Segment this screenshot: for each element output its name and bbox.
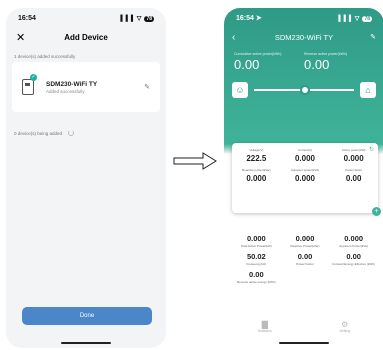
- home-indicator: [61, 342, 111, 344]
- edit-icon[interactable]: ✎: [144, 83, 150, 91]
- panel-row-1: Voltage(V) 222.5 Current(A) 0.000 Active p…: [232, 143, 378, 163]
- metric-value: 0.000: [246, 174, 267, 183]
- metric-value: 0.00: [297, 252, 313, 261]
- lower-metrics: 0.000 Total Active Power(kW) 0.000 Reactiv…: [232, 230, 378, 284]
- metric-label: Reactive power(kVar): [242, 168, 271, 172]
- metric: Power factor 0.00: [329, 163, 378, 183]
- bar-chart-icon: ▇: [261, 320, 268, 329]
- metric: Voltage(V) 222.5: [232, 143, 281, 163]
- battery-icon: 78: [144, 15, 154, 22]
- metric-label: Voltage(V): [249, 148, 264, 152]
- metric-value: 0.000: [294, 154, 315, 163]
- metric: 0.00 Reverse active energy (kWh): [232, 266, 281, 284]
- kpi-row: Cumulative active power(kWh) 0.00 Revers…: [224, 46, 383, 72]
- measurement-panel: ↻ Voltage(V) 222.5 Current(A) 0.000 Active…: [232, 143, 381, 216]
- status-bar: 16:54 ▐▐▐ ▽ 78: [6, 8, 166, 28]
- status-indicators: ▐▐▐ ▽ 78: [118, 15, 154, 22]
- panel-row-2: Reactive power(kVar) 0.000 Apparent power…: [232, 163, 378, 183]
- kpi-label: Reverse active power(kWh): [304, 52, 347, 56]
- device-detail-screen: 16:54 ➤ ▐▐▐ ▽ 78 ‹ SDM230-WiFi TY ✎ Cumul…: [224, 8, 383, 348]
- lower-row-1: 0.000 Total Active Power(kW) 0.000 Reactiv…: [232, 230, 378, 248]
- metric: Reactive power(kVar) 0.000: [232, 163, 281, 183]
- header: ‹ SDM230-WiFi TY ✎: [224, 28, 383, 46]
- status-time: 16:54: [18, 14, 36, 22]
- metric-value: 0.000: [343, 154, 364, 163]
- kpi-value: 0.00: [234, 57, 260, 72]
- metric-label: Apparent power(kVA): [290, 168, 320, 172]
- device-status: Added successfully: [46, 88, 85, 94]
- device-name: SDM230-WiFi TY: [46, 80, 98, 88]
- lower-row-3: 0.00 Reverse active energy (kWh): [232, 266, 378, 284]
- metric-value: 50.02: [246, 252, 266, 261]
- slider-knob[interactable]: [300, 85, 310, 95]
- kpi-reverse: Reverse active power(kWh) 0.00: [304, 52, 374, 72]
- signal-wifi-icon: ▐▐▐ ▽: [336, 15, 361, 22]
- metric-label: Forward Energy Effective (kWh): [332, 262, 375, 266]
- lower-row-2: 50.02 Frequency(Hz) 0.00 Power Factor 0.00…: [232, 248, 378, 266]
- metric-value: 0.00: [249, 270, 264, 279]
- add-device-screen: 16:54 ▐▐▐ ▽ 78 ✕ Add Device 1 device(s) a…: [6, 8, 166, 348]
- energy-meter-icon: [22, 79, 34, 95]
- close-icon[interactable]: ✕: [16, 31, 25, 44]
- user-icon[interactable]: ☺: [232, 82, 248, 98]
- metric: Current(A) 0.000: [281, 143, 330, 163]
- loading-spinner-icon: [68, 130, 75, 136]
- metric: 0.000 Reactive Power(kVar): [281, 230, 330, 248]
- check-icon: ✓: [30, 74, 37, 81]
- signal-wifi-icon: ▐▐▐ ▽: [118, 15, 143, 22]
- kpi-value: 0.00: [304, 57, 330, 72]
- section-adding-label: 0 device(s) being added: [14, 130, 63, 136]
- device-card[interactable]: ✓ SDM230-WiFi TY Added successfully ✎: [12, 62, 160, 112]
- metric-label: Power Factor: [296, 262, 314, 266]
- done-button[interactable]: Done: [22, 307, 152, 325]
- add-icon[interactable]: +: [372, 207, 381, 216]
- header: ✕ Add Device: [6, 28, 166, 46]
- edit-icon[interactable]: ✎: [370, 33, 376, 41]
- page-title: Add Device: [64, 32, 108, 42]
- metric: 0.000 Total Active Power(kW): [232, 230, 281, 248]
- metric: 0.00 Power Factor: [281, 248, 330, 266]
- device-title: SDM230-WiFi TY: [274, 32, 334, 42]
- metric-label: Power factor: [345, 168, 363, 172]
- metric-value: 0.00: [346, 252, 361, 261]
- house-icon[interactable]: ⌂: [360, 82, 376, 98]
- metric-value: 0.000: [246, 234, 266, 243]
- metric-value: 0.000: [294, 174, 315, 183]
- tab-statistics[interactable]: ▇ Statistics: [258, 320, 272, 333]
- metric-value: 0.000: [295, 234, 315, 243]
- adding-status: 0 device(s) being added: [6, 112, 166, 154]
- metric-value: 0.000: [344, 234, 364, 243]
- status-bar: 16:54 ➤ ▐▐▐ ▽ 78: [224, 8, 383, 28]
- tab-label: Statistics: [257, 329, 272, 333]
- metric-value: 0.00: [345, 174, 362, 183]
- metric: 50.02 Frequency(Hz): [232, 248, 281, 266]
- status-time: 16:54 ➤: [236, 15, 262, 22]
- right-arrow-icon: [173, 152, 217, 170]
- status-indicators: ▐▐▐ ▽ 78: [336, 15, 372, 22]
- metric-label: Reverse active energy (kWh): [236, 280, 276, 284]
- gear-icon: ⚙: [341, 320, 349, 329]
- tab-setting[interactable]: ⚙ Setting: [339, 320, 350, 333]
- slider-track[interactable]: [254, 85, 354, 95]
- tab-label: Setting: [339, 329, 351, 333]
- metric: 0.000 Apparent Power(kVA): [329, 230, 378, 248]
- metric-value: 222.5: [246, 154, 267, 163]
- metric: 0.00 Forward Energy Effective (kWh): [329, 248, 378, 266]
- battery-icon: 78: [362, 15, 372, 22]
- kpi-label: Cumulative active power(kWh): [234, 52, 282, 56]
- kpi-cumulative: Cumulative active power(kWh) 0.00: [234, 52, 304, 72]
- metric: Apparent power(kVA) 0.000: [281, 163, 330, 183]
- flow-slider: ☺ ⌂: [224, 72, 383, 98]
- home-indicator: [279, 342, 329, 344]
- refresh-icon[interactable]: ↻: [369, 146, 374, 153]
- bottom-tab-bar: ▇ Statistics ⚙ Setting: [224, 320, 383, 333]
- metric-label: Current(A): [297, 148, 312, 152]
- section-added-label: 1 device(s) added successfully: [14, 54, 76, 59]
- back-icon[interactable]: ‹: [232, 32, 235, 43]
